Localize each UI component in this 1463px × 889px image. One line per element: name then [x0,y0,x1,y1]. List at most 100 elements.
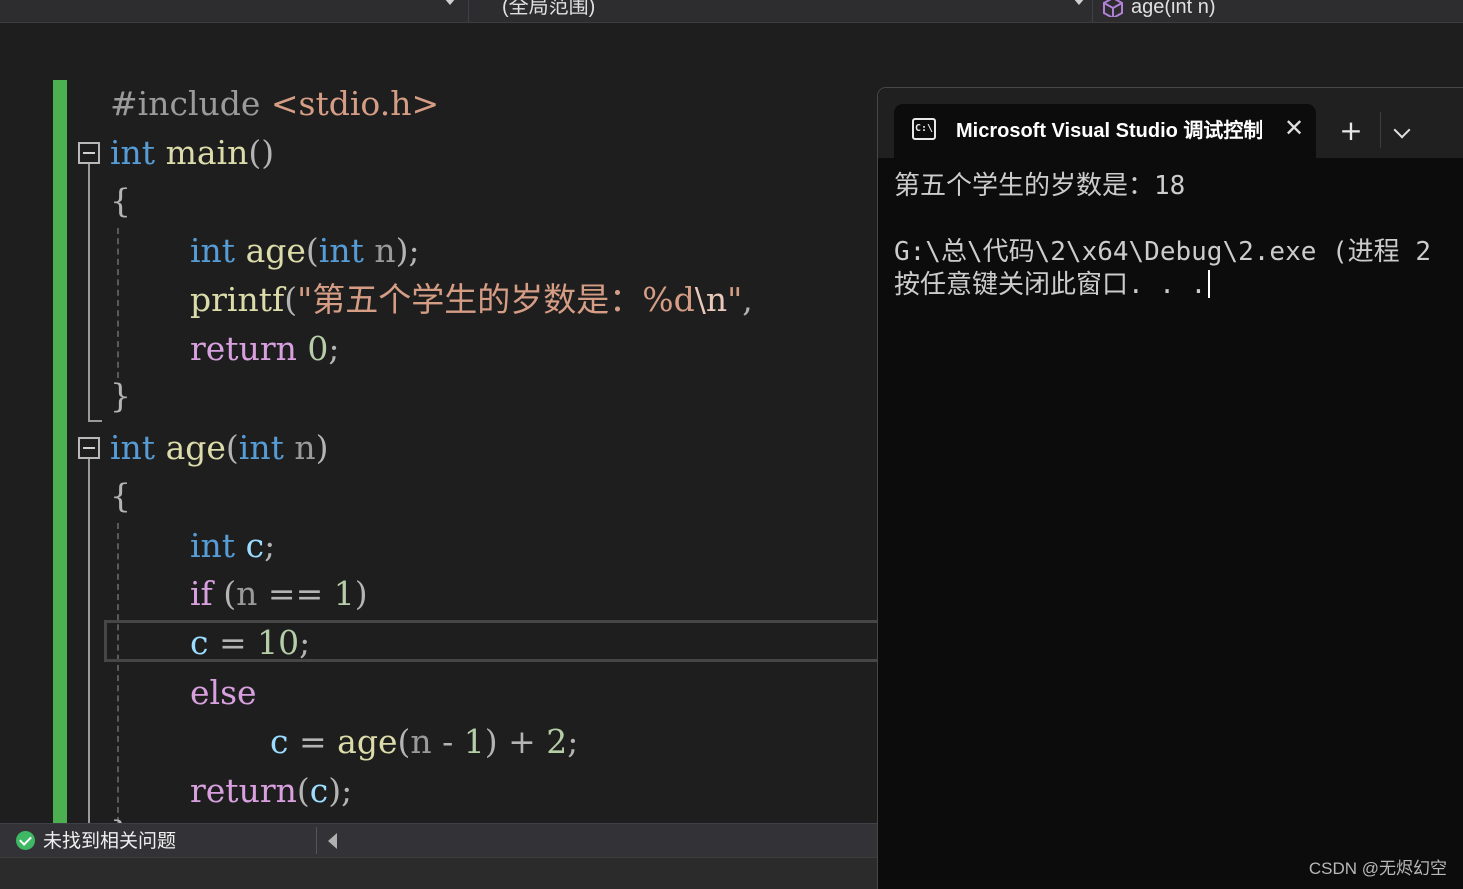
screen: (全局范围) age(int n) #include <stdio.h> int… [0,0,1463,889]
code-line-2: int main() [110,129,274,177]
terminal-output[interactable]: 第五个学生的岁数是：18 G:\总\代码\2\x64\Debug\2.exe (… [894,170,1463,302]
parameter: n [236,574,258,613]
punctuation: ) [328,771,342,810]
fold-line [88,459,90,823]
variable: c [245,526,265,565]
code-line-8: int age(int n) [110,424,329,472]
code-line-6: return 0; [190,325,339,373]
keyword: int [110,133,156,172]
error-status-bar: 未找到相关问题 [0,823,878,857]
brace: { [110,181,131,220]
punctuation: ; [264,526,276,565]
terminal-titlebar[interactable]: C:\ Microsoft Visual Studio 调试控制台 ✕ + [878,88,1463,160]
cube-icon [1103,0,1123,17]
member-dropdown[interactable]: age(int n) [1131,0,1216,20]
function-name: printf [190,280,285,319]
punctuation: ( [225,428,239,467]
scope-dropdown-chevron-icon[interactable] [1073,0,1085,5]
code-line-16: } [110,809,131,823]
output-line: 按任意键关闭此窗口. . . [894,270,1207,300]
number-literal: 10 [257,623,300,662]
fold-line-end [88,420,102,422]
punctuation: ; [567,722,579,761]
code-line-12: c = 10; [190,619,310,667]
scope-dropdown[interactable]: (全局范围) [502,0,595,20]
parameter: n [294,428,316,467]
variable: c [190,623,209,662]
navigation-bar: (全局范围) age(int n) [0,0,1463,23]
keyword: int [238,428,284,467]
check-circle-icon[interactable] [16,831,35,850]
include-header: <stdio.h> [270,84,440,123]
function-name: main [165,133,249,172]
string-literal: "第五个学生的岁数是：%d [297,280,695,319]
close-tab-icon[interactable]: ✕ [1282,116,1306,140]
terminal-tab-title: Microsoft Visual Studio 调试控制台 [956,120,1262,142]
keyword: int [190,231,236,270]
punctuation: ( [296,771,310,810]
function-name: age [245,231,306,270]
punctuation: ; [341,771,353,810]
keyword: int [318,231,364,270]
text-cursor [1208,270,1211,298]
number-literal: 1 [463,722,485,761]
punctuation: () [248,133,275,172]
change-indicator-bar [53,80,67,823]
output-line-with-cursor: 按任意键关闭此窗口. . . [894,269,1463,302]
punctuation: , [742,280,753,319]
punctuation: ( [305,231,319,270]
brace: } [110,813,131,823]
code-line-10: int c; [190,522,275,570]
fold-line [88,164,90,422]
project-dropdown-chevron-icon[interactable] [444,0,456,5]
punctuation: ) [354,574,368,613]
punctuation: ; [299,623,311,662]
collapse-main-icon[interactable] [78,142,100,164]
function-name: age [165,428,226,467]
code-line-4: int age(int n); [190,227,420,275]
variable: c [270,722,289,761]
control-keyword: if [190,574,213,613]
code-line-1: #include <stdio.h> [110,80,439,128]
debug-console-window[interactable]: C:\ Microsoft Visual Studio 调试控制台 ✕ + 第五… [877,87,1463,889]
code-line-3: { [110,177,131,225]
punctuation: ; [408,231,420,270]
new-tab-plus-icon[interactable]: + [1336,116,1366,146]
code-editor[interactable]: #include <stdio.h> int main() { int age(… [0,23,878,823]
punctuation: ( [397,722,411,761]
collapse-age-icon[interactable] [78,437,100,459]
scroll-left-arrow-icon[interactable] [328,833,337,849]
operator: - [442,722,454,761]
code-line-7: } [110,372,131,420]
code-line-11: if (n == 1) [190,570,368,618]
number-literal: 0 [307,329,329,368]
function-name: age [337,722,398,761]
code-line-9: { [110,472,131,520]
string-literal: " [727,280,743,319]
number-literal: 1 [333,574,355,613]
parameter: n [410,722,432,761]
code-line-13: else [190,669,257,717]
issues-status-text[interactable]: 未找到相关问题 [43,828,176,854]
chevron-down-icon[interactable] [1393,121,1411,139]
console-icon-glyph: C:\ [915,123,934,134]
indent-guide [117,228,119,378]
operator: = [218,623,247,662]
keyword: int [190,526,236,565]
brace: } [110,376,131,415]
nav-divider [468,0,469,22]
escape-sequence: \n [694,280,728,319]
control-keyword: return [190,771,297,810]
nav-divider [1092,0,1093,22]
punctuation: ) [315,428,329,467]
punctuation: ; [328,329,340,368]
titlebar-divider [1380,112,1381,148]
code-line-14: c = age(n - 1) + 2; [270,718,578,766]
control-keyword: else [190,673,257,712]
variable: c [309,771,329,810]
punctuation: ) [395,231,409,270]
control-keyword: return [190,329,297,368]
punctuation: ( [284,280,298,319]
terminal-tab[interactable]: C:\ Microsoft Visual Studio 调试控制台 ✕ [894,104,1316,160]
